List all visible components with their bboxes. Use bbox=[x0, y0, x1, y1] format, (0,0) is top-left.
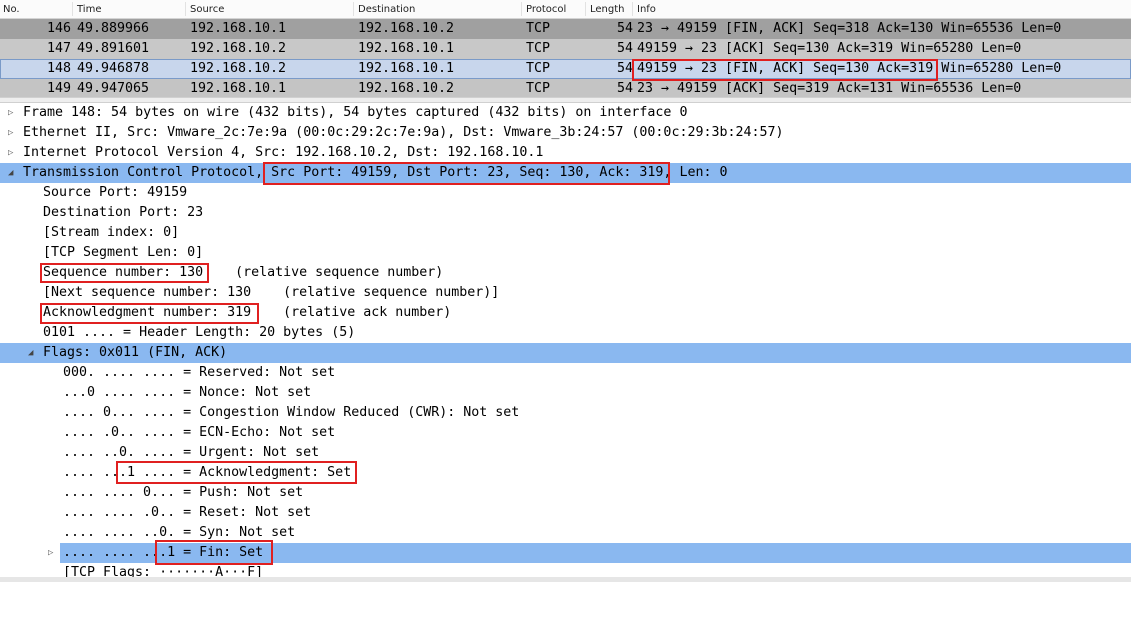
packet-protocol: TCP bbox=[526, 81, 551, 96]
tree-item-flag-reserved[interactable]: 000. .... .... = Reserved: Not set bbox=[0, 363, 1131, 383]
packet-time: 49.946878 bbox=[77, 61, 150, 76]
tree-item-flag-fin[interactable]: ▷ .... .... ...1 = Fin: Set bbox=[48, 543, 1131, 563]
tree-item-label: .... ..0. .... = Urgent: Not set bbox=[63, 445, 320, 460]
tree-item-flag-reset[interactable]: .... .... .0.. = Reset: Not set bbox=[0, 503, 1131, 523]
tree-item-label: [Next sequence number: 130 (relative seq… bbox=[43, 285, 500, 300]
tree-item-destination-port[interactable]: Destination Port: 23 bbox=[0, 203, 1131, 223]
expand-arrow-icon[interactable]: ▷ bbox=[48, 543, 53, 563]
packet-protocol: TCP bbox=[526, 21, 551, 36]
tree-item-source-port[interactable]: Source Port: 49159 bbox=[0, 183, 1131, 203]
tree-item-ipv4[interactable]: ▷ Internet Protocol Version 4, Src: 192.… bbox=[0, 143, 1131, 163]
tree-item-frame[interactable]: ▷ Frame 148: 54 bytes on wire (432 bits)… bbox=[0, 103, 1131, 123]
tree-item-label: .... .... ...1 = Fin: Set bbox=[63, 545, 264, 560]
packet-info: 23 → 49159 [FIN, ACK] Seq=318 Ack=130 Wi… bbox=[637, 21, 1062, 36]
tree-item-flags[interactable]: ◢ Flags: 0x011 (FIN, ACK) bbox=[0, 343, 1131, 363]
tree-item-flag-ack[interactable]: .... ...1 .... = Acknowledgment: Set bbox=[0, 463, 1131, 483]
tree-item-label: .... .... .0.. = Reset: Not set bbox=[63, 505, 312, 520]
packet-source: 192.168.10.2 bbox=[190, 41, 287, 56]
tree-item-flag-ecn-echo[interactable]: .... .0.. .... = ECN-Echo: Not set bbox=[0, 423, 1131, 443]
expand-arrow-icon[interactable]: ▷ bbox=[8, 123, 13, 143]
packet-list: 146 49.889966 192.168.10.1 192.168.10.2 … bbox=[0, 19, 1131, 99]
packet-destination: 192.168.10.2 bbox=[358, 81, 455, 96]
packet-protocol: TCP bbox=[526, 41, 551, 56]
packet-list-header: No. Time Source Destination Protocol Len… bbox=[0, 0, 1131, 19]
tree-item-label: Acknowledgment number: 319 (relative ack… bbox=[43, 305, 452, 320]
tree-item-flag-nonce[interactable]: ...0 .... .... = Nonce: Not set bbox=[0, 383, 1131, 403]
tree-item-ethernet[interactable]: ▷ Ethernet II, Src: Vmware_2c:7e:9a (00:… bbox=[0, 123, 1131, 143]
packet-row[interactable]: 147 49.891601 192.168.10.2 192.168.10.1 … bbox=[0, 39, 1131, 59]
packet-destination: 192.168.10.2 bbox=[358, 21, 455, 36]
packet-source: 192.168.10.2 bbox=[190, 61, 287, 76]
tree-item-label: ...0 .... .... = Nonce: Not set bbox=[63, 385, 312, 400]
packet-destination: 192.168.10.1 bbox=[358, 41, 455, 56]
tree-item-flag-syn[interactable]: .... .... ..0. = Syn: Not set bbox=[0, 523, 1131, 543]
tree-item-label: Sequence number: 130 (relative sequence … bbox=[43, 265, 444, 280]
collapse-arrow-icon[interactable]: ◢ bbox=[28, 343, 33, 363]
packet-no: 149 bbox=[47, 81, 72, 96]
tree-item-label: .... .0.. .... = ECN-Echo: Not set bbox=[63, 425, 336, 440]
tree-item-label: .... .... 0... = Push: Not set bbox=[63, 485, 304, 500]
col-info[interactable]: Info bbox=[637, 4, 656, 15]
packet-protocol: TCP bbox=[526, 61, 551, 76]
col-destination[interactable]: Destination bbox=[358, 4, 415, 15]
packet-info: 23 → 49159 [ACK] Seq=319 Ack=131 Win=655… bbox=[637, 81, 1022, 96]
packet-time: 49.947065 bbox=[77, 81, 150, 96]
tree-item-label: Internet Protocol Version 4, Src: 192.16… bbox=[23, 145, 544, 160]
packet-length: 54 bbox=[617, 41, 634, 56]
packet-source: 192.168.10.1 bbox=[190, 81, 287, 96]
packet-time: 49.889966 bbox=[77, 21, 150, 36]
tree-item-flag-push[interactable]: .... .... 0... = Push: Not set bbox=[0, 483, 1131, 503]
packet-no: 147 bbox=[47, 41, 72, 56]
tree-item-flag-urgent[interactable]: .... ..0. .... = Urgent: Not set bbox=[0, 443, 1131, 463]
tree-item-stream-index[interactable]: [Stream index: 0] bbox=[0, 223, 1131, 243]
packet-info: 49159 → 23 [FIN, ACK] Seq=130 Ack=319 Wi… bbox=[637, 61, 1062, 76]
packet-time: 49.891601 bbox=[77, 41, 150, 56]
tree-item-segment-len[interactable]: [TCP Segment Len: 0] bbox=[0, 243, 1131, 263]
tree-item-label: 000. .... .... = Reserved: Not set bbox=[63, 365, 336, 380]
tree-item-flag-cwr[interactable]: .... 0... .... = Congestion Window Reduc… bbox=[0, 403, 1131, 423]
expand-arrow-icon[interactable]: ▷ bbox=[8, 103, 13, 123]
tree-item-label: .... .... ..0. = Syn: Not set bbox=[63, 525, 296, 540]
tree-item-header-length[interactable]: 0101 .... = Header Length: 20 bytes (5) bbox=[0, 323, 1131, 343]
tree-item-label: [TCP Segment Len: 0] bbox=[43, 245, 204, 260]
tree-item-label: Frame 148: 54 bytes on wire (432 bits), … bbox=[23, 105, 688, 120]
status-strip bbox=[0, 577, 1131, 582]
tree-item-label: Flags: 0x011 (FIN, ACK) bbox=[43, 345, 228, 360]
packet-source: 192.168.10.1 bbox=[190, 21, 287, 36]
col-time[interactable]: Time bbox=[77, 4, 101, 15]
packet-info: 49159 → 23 [ACK] Seq=130 Ack=319 Win=652… bbox=[637, 41, 1022, 56]
tree-item-label: Transmission Control Protocol, Src Port:… bbox=[23, 165, 728, 180]
tree-item-label: .... ...1 .... = Acknowledgment: Set bbox=[63, 465, 352, 480]
packet-row-selected[interactable]: 148 49.946878 192.168.10.2 192.168.10.1 … bbox=[0, 59, 1131, 79]
col-length[interactable]: Length bbox=[590, 4, 625, 15]
tree-item-tcp[interactable]: ◢ Transmission Control Protocol, Src Por… bbox=[0, 163, 1131, 183]
col-no[interactable]: No. bbox=[3, 4, 20, 15]
tree-item-label: 0101 .... = Header Length: 20 bytes (5) bbox=[43, 325, 356, 340]
packet-destination: 192.168.10.1 bbox=[358, 61, 455, 76]
tree-item-label: Destination Port: 23 bbox=[43, 205, 204, 220]
tree-item-label: Ethernet II, Src: Vmware_2c:7e:9a (00:0c… bbox=[23, 125, 784, 140]
packet-no: 148 bbox=[47, 61, 72, 76]
packet-row[interactable]: 149 49.947065 192.168.10.1 192.168.10.2 … bbox=[0, 79, 1131, 99]
tree-item-ack-number[interactable]: Acknowledgment number: 319 (relative ack… bbox=[0, 303, 1131, 323]
packet-no: 146 bbox=[47, 21, 72, 36]
col-protocol[interactable]: Protocol bbox=[526, 4, 566, 15]
tree-item-sequence-number[interactable]: Sequence number: 130 (relative sequence … bbox=[0, 263, 1131, 283]
tree-item-label: Source Port: 49159 bbox=[43, 185, 188, 200]
packet-details-tree: ▷ Frame 148: 54 bytes on wire (432 bits)… bbox=[0, 103, 1131, 583]
tree-item-next-sequence-number[interactable]: [Next sequence number: 130 (relative seq… bbox=[0, 283, 1131, 303]
tree-item-label: .... 0... .... = Congestion Window Reduc… bbox=[63, 405, 520, 420]
tree-item-label: [Stream index: 0] bbox=[43, 225, 180, 240]
col-source[interactable]: Source bbox=[190, 4, 224, 15]
packet-length: 54 bbox=[617, 61, 634, 76]
packet-length: 54 bbox=[617, 81, 634, 96]
collapse-arrow-icon[interactable]: ◢ bbox=[8, 163, 13, 183]
packet-row[interactable]: 146 49.889966 192.168.10.1 192.168.10.2 … bbox=[0, 19, 1131, 39]
packet-length: 54 bbox=[617, 21, 634, 36]
expand-arrow-icon[interactable]: ▷ bbox=[8, 143, 13, 163]
